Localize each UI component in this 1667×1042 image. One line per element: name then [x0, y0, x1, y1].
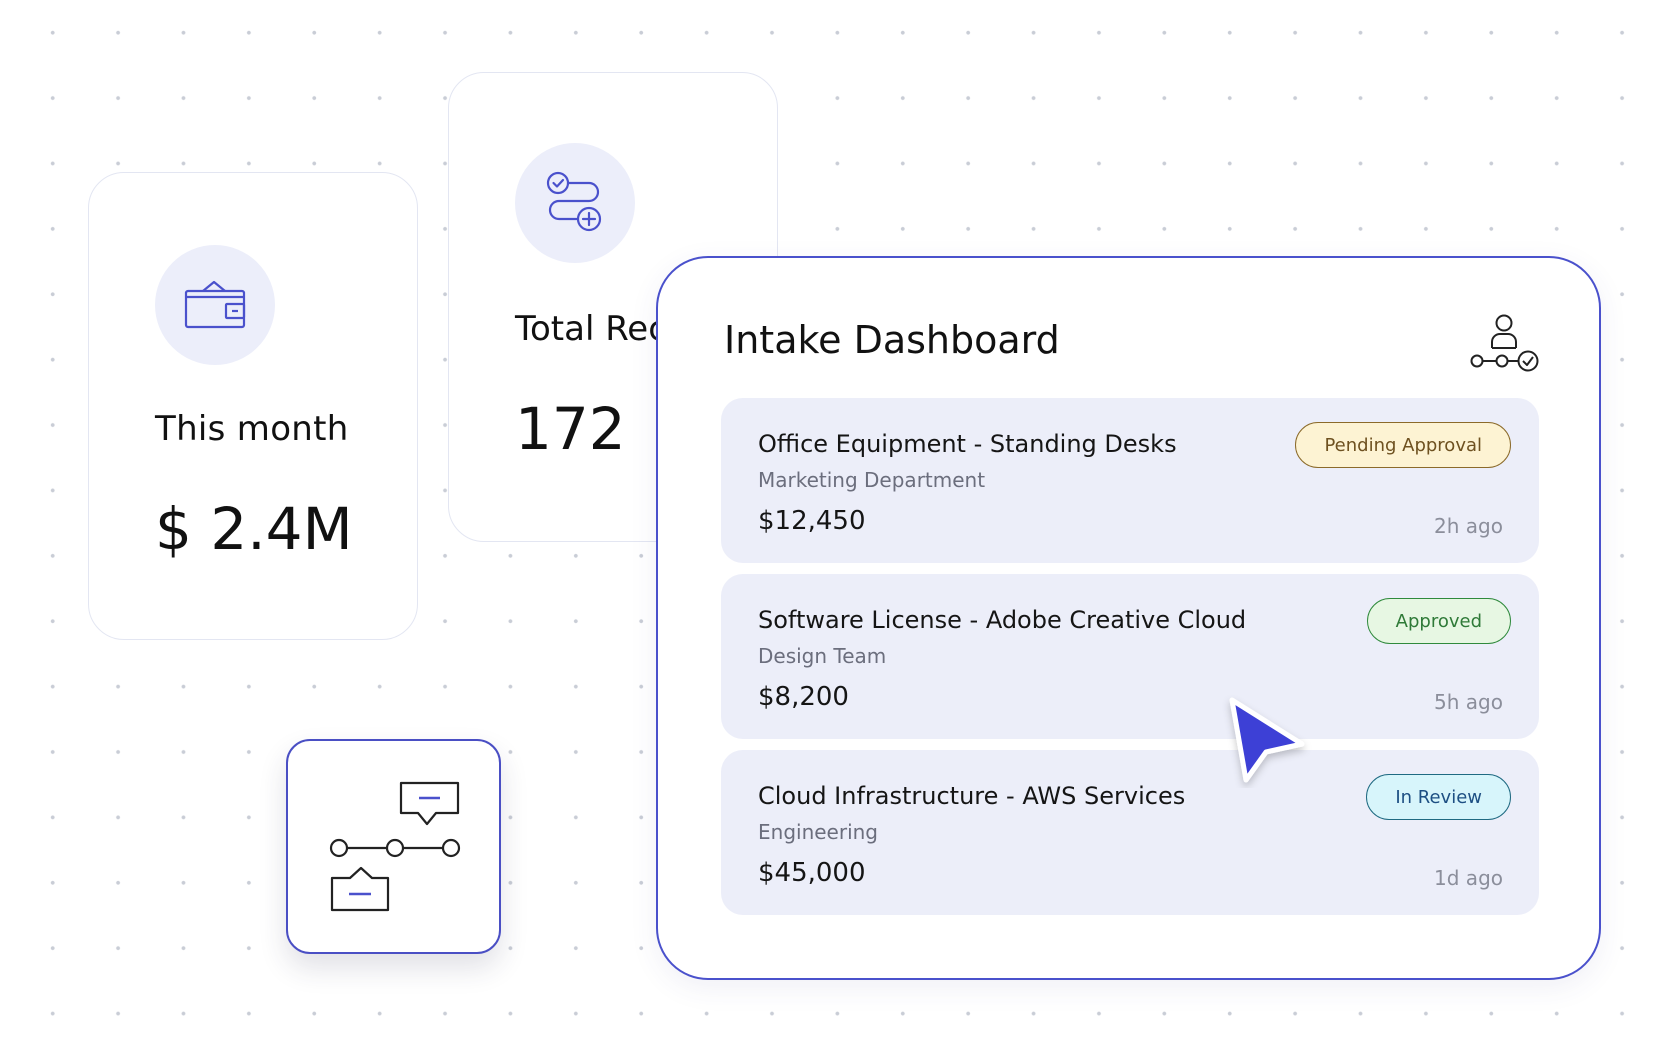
item-department: Engineering — [758, 820, 878, 844]
stat-label: Total Rec — [515, 309, 667, 349]
status-badge: Pending Approval — [1295, 422, 1511, 468]
item-timestamp: 1d ago — [1434, 866, 1503, 890]
status-badge: Approved — [1366, 598, 1511, 644]
workflow-message-icon — [286, 739, 501, 954]
item-amount: $45,000 — [758, 858, 866, 888]
stat-label: This month — [155, 409, 349, 449]
workflow-add-icon — [515, 143, 635, 263]
intake-dashboard-panel: Intake Dashboard Office Equipment - Stan… — [656, 256, 1601, 980]
item-title: Cloud Infrastructure - AWS Services — [758, 782, 1186, 810]
stat-card-this-month: This month $ 2.4M — [88, 172, 418, 640]
item-timestamp: 2h ago — [1434, 514, 1503, 538]
item-amount: $8,200 — [758, 682, 849, 712]
intake-item[interactable]: Cloud Infrastructure - AWS Services Engi… — [721, 750, 1539, 915]
stat-value: $ 2.4M — [155, 495, 353, 563]
item-title: Office Equipment - Standing Desks — [758, 430, 1177, 458]
status-badge: In Review — [1366, 774, 1511, 820]
approval-flow-icon[interactable] — [1470, 314, 1540, 380]
cursor-arrow-icon — [1222, 692, 1318, 792]
wallet-icon — [155, 245, 275, 365]
item-timestamp: 5h ago — [1434, 690, 1503, 714]
item-department: Design Team — [758, 644, 887, 668]
intake-item[interactable]: Office Equipment - Standing Desks Market… — [721, 398, 1539, 563]
item-department: Marketing Department — [758, 468, 986, 492]
item-title: Software License - Adobe Creative Cloud — [758, 606, 1247, 634]
stat-value: 172 — [515, 395, 626, 463]
intake-item[interactable]: Software License - Adobe Creative Cloud … — [721, 574, 1539, 739]
dashboard-title: Intake Dashboard — [724, 318, 1060, 362]
item-amount: $12,450 — [758, 506, 866, 536]
